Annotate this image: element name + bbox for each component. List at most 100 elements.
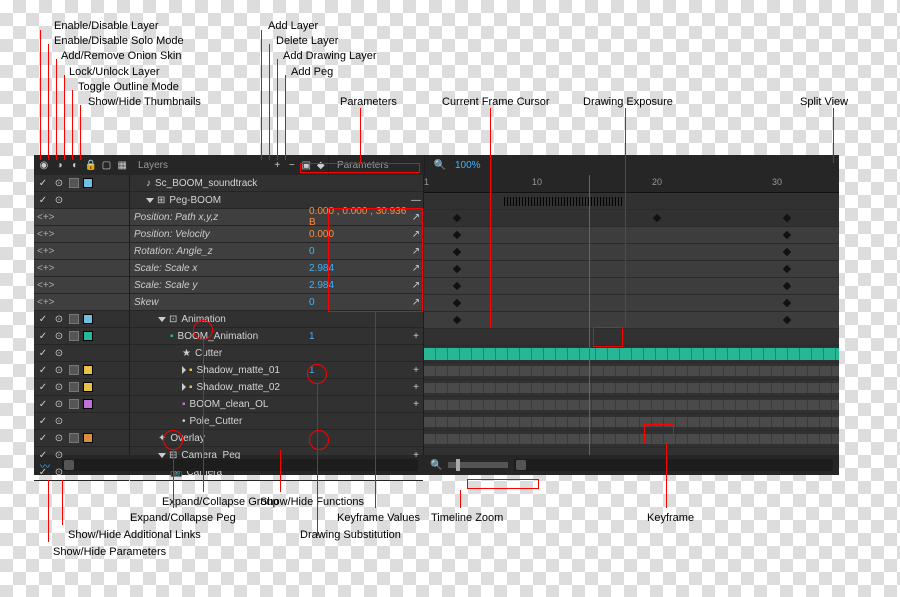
function-curve-icon[interactable]: ↗: [409, 212, 423, 223]
color-swatch[interactable]: [83, 178, 93, 188]
show-functions-icon[interactable]: +: [409, 399, 423, 410]
keyframe-nav[interactable]: <+>: [37, 212, 55, 223]
timeline-row[interactable]: [424, 448, 839, 455]
timeline-ruler[interactable]: 110203040: [424, 175, 839, 193]
layer-checkbox[interactable]: [69, 331, 79, 341]
timeline-row[interactable]: [424, 278, 839, 295]
timeline-row[interactable]: [424, 312, 839, 329]
lock-layer-icon[interactable]: 🔒: [83, 156, 99, 174]
expand-toggle-icon[interactable]: [182, 366, 186, 374]
keyframe-nav[interactable]: <+>: [37, 280, 55, 291]
layer-row[interactable]: Position: Path x,y,z0.000 , 0.000 , 30.9…: [130, 209, 423, 226]
exposure-block[interactable]: [584, 348, 839, 360]
timeline-row[interactable]: [424, 227, 839, 244]
layer-checkbox[interactable]: [69, 399, 79, 409]
solo-mode-icon[interactable]: ◑: [52, 156, 68, 174]
expand-toggle-icon[interactable]: [158, 453, 166, 458]
solo-icon[interactable]: ⊙: [53, 331, 65, 342]
enable-icon[interactable]: ✓: [37, 399, 49, 410]
layer-checkbox[interactable]: [69, 314, 79, 324]
keyframe-marker[interactable]: [453, 265, 461, 273]
keyframe-marker[interactable]: [453, 282, 461, 290]
timeline-row[interactable]: [424, 380, 839, 397]
keyframe-marker[interactable]: [453, 214, 461, 222]
show-functions-icon[interactable]: +: [409, 382, 423, 393]
expand-toggle-icon[interactable]: [146, 198, 154, 203]
keyframe-marker[interactable]: [783, 231, 791, 239]
left-scrollbar[interactable]: [62, 459, 418, 471]
function-curve-icon[interactable]: ↗: [409, 229, 423, 240]
layer-checkbox[interactable]: [69, 178, 79, 188]
keyframe-marker[interactable]: [783, 316, 791, 324]
layer-row[interactable]: ⊡Animation: [130, 311, 423, 328]
solo-icon[interactable]: ⊙: [53, 314, 65, 325]
solo-icon[interactable]: ⊙: [53, 195, 65, 206]
solo-icon[interactable]: ⊙: [53, 399, 65, 410]
timeline-row[interactable]: [424, 346, 839, 363]
layer-checkbox[interactable]: [69, 433, 79, 443]
keyframe-marker[interactable]: [783, 214, 791, 222]
current-frame-cursor[interactable]: [589, 175, 590, 455]
outline-mode-icon[interactable]: ▢: [99, 156, 115, 174]
enable-icon[interactable]: ✓: [37, 331, 49, 342]
thumbnails-icon[interactable]: ▦: [114, 156, 130, 174]
expand-toggle-icon[interactable]: [158, 317, 166, 322]
zoom-search-icon[interactable]: 🔍: [431, 156, 449, 174]
timeline-zoom-slider[interactable]: [448, 462, 508, 468]
function-curve-icon[interactable]: ↗: [409, 280, 423, 291]
solo-icon[interactable]: ⊙: [53, 416, 65, 427]
add-drawing-icon[interactable]: ▣: [299, 156, 314, 174]
layer-checkbox[interactable]: [69, 365, 79, 375]
enable-icon[interactable]: ✓: [37, 433, 49, 444]
timeline-row[interactable]: [424, 397, 839, 414]
color-swatch[interactable]: [83, 365, 93, 375]
timeline-scrollbar[interactable]: [514, 459, 833, 471]
onion-skin-icon[interactable]: ◐: [67, 156, 83, 174]
keyframe-marker[interactable]: [453, 231, 461, 239]
keyframe-marker[interactable]: [783, 282, 791, 290]
keyframe-marker[interactable]: [783, 265, 791, 273]
solo-icon[interactable]: ⊙: [53, 365, 65, 376]
layer-row[interactable]: Skew0↗: [130, 294, 423, 311]
layer-row[interactable]: ★Cutter: [130, 345, 423, 362]
solo-icon[interactable]: ⊙: [53, 433, 65, 444]
solo-icon[interactable]: ⊙: [53, 348, 65, 359]
keyframe-nav[interactable]: <+>: [37, 297, 55, 308]
color-swatch[interactable]: [83, 382, 93, 392]
expand-toggle-icon[interactable]: [182, 383, 186, 391]
keyframe-nav[interactable]: <+>: [37, 263, 55, 274]
keyframe-marker[interactable]: [453, 316, 461, 324]
solo-icon[interactable]: ⊙: [53, 178, 65, 189]
timeline-row[interactable]: [424, 261, 839, 278]
params-toggle-icon[interactable]: 〰: [40, 458, 50, 473]
layer-row[interactable]: ♪Sc_BOOM_soundtrack: [130, 175, 423, 192]
layer-row[interactable]: Scale: Scale y2.984↗: [130, 277, 423, 294]
keyframe-marker[interactable]: [783, 299, 791, 307]
keyframe-marker[interactable]: [453, 248, 461, 256]
add-peg-icon[interactable]: ◆: [314, 156, 329, 174]
timeline-row[interactable]: [424, 431, 839, 448]
enable-icon[interactable]: ✓: [37, 365, 49, 376]
color-swatch[interactable]: [83, 314, 93, 324]
timeline-row[interactable]: [424, 210, 839, 227]
add-layer-icon[interactable]: +: [270, 156, 285, 174]
color-swatch[interactable]: [83, 433, 93, 443]
timeline-zoom-icon[interactable]: 🔍: [424, 460, 448, 471]
function-curve-icon[interactable]: ↗: [409, 263, 423, 274]
keyframe-marker[interactable]: [653, 214, 661, 222]
layer-row[interactable]: ▪Shadow_matte_01+1: [130, 362, 423, 379]
enable-layer-icon[interactable]: ◉: [36, 156, 52, 174]
timeline-row[interactable]: [424, 363, 839, 380]
keyframe-nav[interactable]: <+>: [37, 246, 55, 257]
delete-layer-icon[interactable]: −: [285, 156, 300, 174]
layer-row[interactable]: ✦Overlay: [130, 430, 423, 447]
function-curve-icon[interactable]: ↗: [409, 246, 423, 257]
timeline-row[interactable]: [424, 244, 839, 261]
layer-row[interactable]: Scale: Scale x2.984↗: [130, 260, 423, 277]
enable-icon[interactable]: ✓: [37, 348, 49, 359]
function-curve-icon[interactable]: ↗: [409, 297, 423, 308]
keyframe-nav[interactable]: <+>: [37, 229, 55, 240]
keyframe-marker[interactable]: [453, 299, 461, 307]
enable-icon[interactable]: ✓: [37, 195, 49, 206]
layer-checkbox[interactable]: [69, 382, 79, 392]
